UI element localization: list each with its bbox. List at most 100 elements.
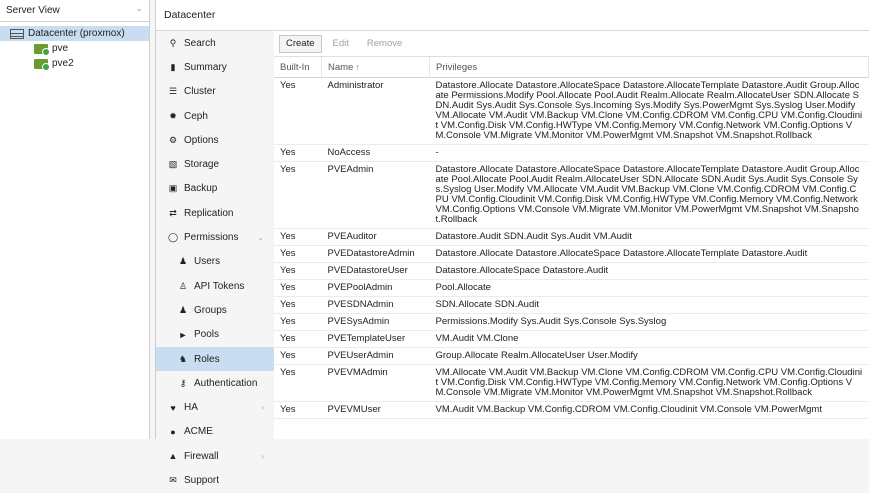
cell-name: NoAccess — [321, 144, 430, 162]
column-header-label: Built-In — [280, 61, 310, 73]
menu-item-label: Cluster — [184, 86, 216, 98]
menu-item-label: API Tokens — [194, 280, 245, 292]
cell-name: PVEPoolAdmin — [321, 279, 430, 297]
cell-name: PVEAdmin — [321, 161, 430, 229]
menu-item-summary[interactable]: ▮ Summary — [156, 55, 274, 79]
menu-item-groups[interactable]: ♟ Groups — [156, 298, 274, 322]
cell-name: PVEVMAdmin — [321, 364, 430, 402]
menu-item-cluster[interactable]: ☰ Cluster — [156, 80, 274, 104]
table-row[interactable]: Yes PVETemplateUser VM.Audit VM.Clone — [274, 330, 869, 348]
cell-privileges: Datastore.Audit SDN.Audit Sys.Audit VM.A… — [429, 228, 869, 246]
menu-item-label: Search — [184, 37, 216, 49]
node-online-icon — [34, 43, 50, 56]
chevron-down-icon[interactable]: ⌄ — [135, 3, 143, 14]
column-header-label: Privileges — [436, 61, 478, 73]
menu-item-label: Storage — [184, 159, 220, 171]
table-body: Yes Administrator Datastore.Allocate Datas… — [274, 77, 869, 419]
tree-item-node-pve[interactable]: pve — [0, 41, 149, 56]
column-header-privileges[interactable]: Privileges — [429, 57, 869, 78]
tree-item-datacenter[interactable]: Datacenter (proxmox) — [0, 26, 149, 41]
datacenter-menu: ⚲ Search ▮ Summary ☰ Cluster ✹ Ceph ⚙ Options ▧ Sto… — [156, 31, 275, 486]
table-row[interactable]: Yes PVESysAdmin Permissions.Modify Sys.Aud… — [274, 313, 869, 331]
menu-item-label: Ceph — [184, 110, 208, 122]
chevron-down-icon[interactable]: ⌄ — [257, 233, 264, 242]
main-panel: Datacenter ⚲ Search ▮ Summary ☰ Cluster ✹ Ceph ⚙… — [155, 0, 869, 486]
menu-item-firewall[interactable]: ▲ Firewall › — [156, 444, 274, 468]
key-icon: ⚷ — [179, 377, 187, 388]
create-button[interactable]: Create — [279, 34, 322, 53]
cell-privileges: Group.Allocate Realm.AllocateUser User.M… — [429, 347, 869, 365]
menu-item-pools[interactable]: ► Pools — [156, 323, 274, 347]
menu-item-label: Replication — [184, 207, 234, 219]
toolbar: Create Edit Remove — [274, 31, 869, 57]
menu-item-acme[interactable]: ● ACME — [156, 420, 274, 444]
menu-item-support[interactable]: ✉ Support — [156, 468, 274, 492]
menu-item-users[interactable]: ♟ Users — [156, 250, 274, 274]
table-row[interactable]: Yes PVEDatastoreAdmin Datastore.Allocate D… — [274, 245, 869, 263]
cell-builtin: Yes — [274, 364, 322, 402]
menu-item-search[interactable]: ⚲ Search — [156, 31, 274, 55]
chevron-right-icon[interactable]: › — [261, 403, 264, 412]
table-row[interactable]: Yes PVESDNAdmin SDN.Allocate SDN.Audit — [274, 296, 869, 314]
edit-button[interactable]: Edit — [326, 35, 356, 53]
menu-item-ceph[interactable]: ✹ Ceph — [156, 104, 274, 128]
table-row[interactable]: Yes PVEAdmin Datastore.Allocate Datastore.… — [274, 161, 869, 229]
menu-item-label: Groups — [194, 304, 227, 316]
table-row[interactable]: Yes PVEAuditor Datastore.Audit SDN.Audit S… — [274, 228, 869, 246]
menu-item-label: HA — [184, 402, 198, 414]
cell-builtin: Yes — [274, 313, 322, 331]
menu-item-ha[interactable]: ♥ HA › — [156, 395, 274, 419]
cell-privileges: Datastore.Allocate Datastore.AllocateSpa… — [429, 245, 869, 263]
remove-button[interactable]: Remove — [360, 35, 409, 53]
menu-item-options[interactable]: ⚙ Options — [156, 128, 274, 152]
table-row[interactable]: Yes PVEDatastoreUser Datastore.AllocateSpa… — [274, 262, 869, 280]
column-header-builtin[interactable]: Built-In — [274, 57, 322, 78]
user-icon: ♟ — [178, 256, 188, 267]
view-selector[interactable]: Server View ⌄ — [0, 0, 149, 22]
gear-icon: ⚙ — [168, 134, 178, 145]
table-row[interactable]: Yes NoAccess - — [274, 144, 869, 162]
cell-builtin: Yes — [274, 347, 322, 365]
cell-builtin: Yes — [274, 228, 322, 246]
shield-icon: ▲ — [168, 451, 178, 462]
cell-builtin: Yes — [274, 296, 322, 314]
cell-privileges: Datastore.Allocate Datastore.AllocateSpa… — [429, 161, 869, 229]
menu-item-authentication[interactable]: ⚷ Authentication — [156, 371, 274, 395]
cell-builtin: Yes — [274, 144, 322, 162]
menu-item-api-tokens[interactable]: ♙ API Tokens — [156, 274, 274, 298]
table-row[interactable]: Yes PVEUserAdmin Group.Allocate Realm.Allo… — [274, 347, 869, 365]
node-online-icon — [34, 58, 50, 71]
cell-privileges: VM.Audit VM.Backup VM.Config.CDROM VM.Co… — [429, 401, 869, 419]
floppy-icon: ▣ — [168, 183, 178, 194]
column-header-name[interactable]: Name ↑ — [321, 57, 430, 78]
table-row[interactable]: Yes Administrator Datastore.Allocate Datas… — [274, 77, 869, 145]
menu-item-backup[interactable]: ▣ Backup — [156, 177, 274, 201]
sort-ascending-icon: ↑ — [355, 61, 360, 72]
menu-item-storage[interactable]: ▧ Storage — [156, 152, 274, 176]
menu-item-label: ACME — [184, 426, 213, 438]
datacenter-icon — [10, 28, 24, 39]
cell-privileges: Permissions.Modify Sys.Audit Sys.Console… — [429, 313, 869, 331]
cell-privileges: Datastore.AllocateSpace Datastore.Audit — [429, 262, 869, 280]
tree-item-label: Datacenter (proxmox) — [28, 28, 125, 39]
table-row[interactable]: Yes PVEVMUser VM.Audit VM.Backup VM.Config… — [274, 401, 869, 419]
panel-title: Datacenter — [164, 9, 216, 21]
cell-privileges: VM.Audit VM.Clone — [429, 330, 869, 348]
cell-builtin: Yes — [274, 330, 322, 348]
table-row[interactable]: Yes PVEPoolAdmin Pool.Allocate — [274, 279, 869, 297]
menu-item-replication[interactable]: ⇄ Replication — [156, 201, 274, 225]
tree-item-node-pve2[interactable]: pve2 — [0, 56, 149, 71]
database-icon: ▧ — [168, 159, 178, 170]
cell-builtin: Yes — [274, 401, 322, 419]
unlock-icon: ◯ — [167, 232, 179, 243]
tree-item-label: pve — [52, 43, 69, 54]
cell-name: PVEDatastoreAdmin — [321, 245, 430, 263]
cell-name: PVEUserAdmin — [321, 347, 430, 365]
table-row[interactable]: Yes PVEVMAdmin VM.Allocate VM.Audit VM.Bac… — [274, 364, 869, 402]
column-header-label: Name — [328, 61, 354, 73]
menu-item-permissions[interactable]: ◯ Permissions ⌄ — [156, 225, 274, 249]
view-selector-label: Server View — [6, 5, 60, 16]
chevron-right-icon[interactable]: › — [261, 452, 264, 461]
cell-builtin: Yes — [274, 279, 322, 297]
menu-item-roles[interactable]: ♞ Roles — [156, 346, 274, 372]
